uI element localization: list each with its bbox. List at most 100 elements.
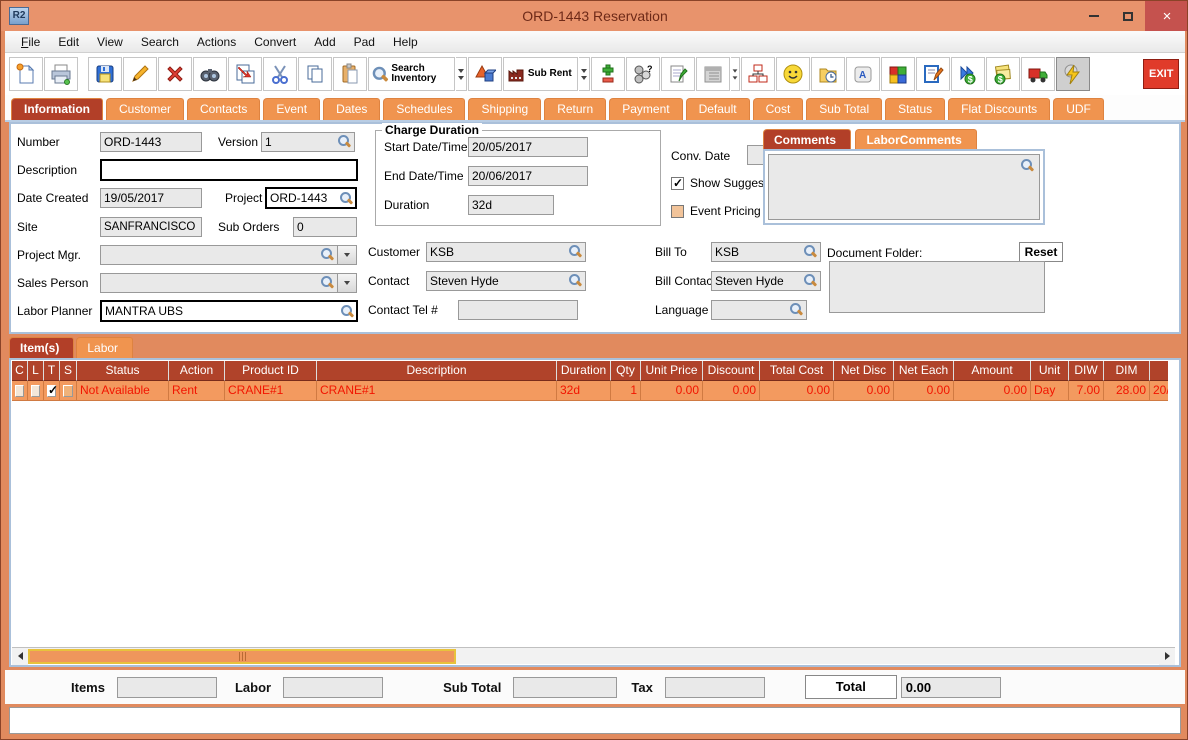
notes-button[interactable] bbox=[661, 57, 696, 91]
col-extra[interactable] bbox=[1150, 361, 1168, 381]
sales-person-dropdown[interactable] bbox=[338, 273, 357, 293]
grid-row[interactable]: Not Available Rent CRANE#1 CRANE#1 32d 1… bbox=[12, 381, 1168, 401]
menu-add[interactable]: Add bbox=[306, 33, 343, 51]
row-check-l[interactable] bbox=[31, 385, 40, 397]
menu-view[interactable]: View bbox=[89, 33, 131, 51]
labor-total-field[interactable] bbox=[283, 676, 384, 698]
tab-labor[interactable]: Labor bbox=[76, 337, 134, 358]
tab-flat-discounts[interactable]: Flat Discounts bbox=[948, 98, 1051, 120]
maximize-button[interactable] bbox=[1111, 3, 1145, 29]
sub-total-field[interactable] bbox=[513, 676, 618, 698]
new-document-button[interactable] bbox=[9, 57, 43, 91]
row-check-s[interactable] bbox=[63, 385, 73, 397]
menu-actions[interactable]: Actions bbox=[189, 33, 244, 51]
tab-labor-comments[interactable]: LaborComments bbox=[855, 129, 977, 149]
shortcut-key-button[interactable]: A bbox=[846, 57, 881, 91]
tab-dates[interactable]: Dates bbox=[323, 98, 381, 120]
col-unit-price[interactable]: Unit Price bbox=[641, 361, 703, 381]
truck-button[interactable] bbox=[1021, 57, 1056, 91]
menu-file[interactable]: File bbox=[13, 33, 48, 51]
currency-notes-button[interactable]: $ bbox=[986, 57, 1021, 91]
tab-udf[interactable]: UDF bbox=[1053, 98, 1104, 120]
start-date-field[interactable] bbox=[468, 137, 588, 157]
labor-planner-search-icon[interactable] bbox=[340, 304, 355, 319]
tab-default[interactable]: Default bbox=[685, 98, 750, 120]
end-date-field[interactable] bbox=[468, 166, 588, 186]
copy-button[interactable] bbox=[298, 57, 333, 91]
duration-field[interactable] bbox=[468, 195, 554, 215]
col-status[interactable]: Status bbox=[77, 361, 169, 381]
currency-forward-button[interactable]: $ bbox=[951, 57, 986, 91]
version-search-icon[interactable] bbox=[337, 134, 352, 149]
paste-button[interactable] bbox=[333, 57, 368, 91]
cubes-button[interactable] bbox=[881, 57, 916, 91]
tab-cost[interactable]: Cost bbox=[752, 98, 804, 120]
minimize-button[interactable] bbox=[1077, 3, 1111, 29]
menu-search[interactable]: Search bbox=[133, 33, 187, 51]
col-amount[interactable]: Amount bbox=[954, 361, 1031, 381]
project-mgr-field[interactable] bbox=[100, 245, 338, 265]
customer-search-icon[interactable] bbox=[568, 244, 583, 259]
group-question-button[interactable]: ? bbox=[626, 57, 661, 91]
edit-button[interactable] bbox=[123, 57, 158, 91]
contact-field[interactable] bbox=[426, 271, 586, 291]
sales-person-search-icon[interactable] bbox=[320, 275, 335, 290]
delete-button[interactable] bbox=[158, 57, 193, 91]
menu-pad[interactable]: Pad bbox=[346, 33, 383, 51]
save-button[interactable] bbox=[88, 57, 123, 91]
smiley-button[interactable] bbox=[776, 57, 811, 91]
tab-return[interactable]: Return bbox=[544, 98, 607, 120]
event-pricing-checkbox[interactable] bbox=[671, 204, 684, 218]
menu-convert[interactable]: Convert bbox=[246, 33, 304, 51]
tab-status[interactable]: Status bbox=[885, 98, 946, 120]
cut-button[interactable] bbox=[263, 57, 298, 91]
contact-search-icon[interactable] bbox=[568, 273, 583, 288]
print-button[interactable] bbox=[44, 57, 78, 91]
tax-field[interactable] bbox=[664, 676, 765, 698]
col-total-cost[interactable]: Total Cost bbox=[760, 361, 834, 381]
calendar-button[interactable] bbox=[696, 57, 731, 91]
tab-sub-total[interactable]: Sub Total bbox=[806, 98, 883, 120]
tab-customer[interactable]: Customer bbox=[106, 98, 185, 120]
col-s[interactable]: S bbox=[60, 361, 77, 381]
search-inventory-dropdown[interactable] bbox=[455, 57, 467, 91]
reset-button[interactable]: Reset bbox=[1019, 242, 1063, 262]
lightning-button[interactable] bbox=[1056, 57, 1091, 91]
tab-information[interactable]: Information bbox=[11, 98, 103, 120]
col-net-each[interactable]: Net Each bbox=[894, 361, 954, 381]
scroll-right-arrow[interactable] bbox=[1159, 647, 1175, 665]
comments-search-icon[interactable] bbox=[1020, 158, 1035, 173]
number-field[interactable] bbox=[100, 132, 202, 152]
language-search-icon[interactable] bbox=[789, 302, 804, 317]
labor-planner-field[interactable] bbox=[100, 300, 358, 322]
row-check-c[interactable] bbox=[15, 385, 24, 397]
col-unit[interactable]: Unit bbox=[1031, 361, 1069, 381]
col-net-disc[interactable]: Net Disc bbox=[834, 361, 894, 381]
col-discount[interactable]: Discount bbox=[703, 361, 760, 381]
tab-event[interactable]: Event bbox=[263, 98, 321, 120]
bill-contact-search-icon[interactable] bbox=[803, 273, 818, 288]
show-suggestions-checkbox[interactable] bbox=[671, 176, 684, 190]
menu-help[interactable]: Help bbox=[385, 33, 426, 51]
sub-orders-field[interactable] bbox=[293, 217, 357, 237]
customer-field[interactable] bbox=[426, 242, 586, 262]
menu-edit[interactable]: Edit bbox=[50, 33, 87, 51]
site-field[interactable] bbox=[100, 217, 202, 237]
project-search-icon[interactable] bbox=[339, 191, 354, 206]
document-folder-box[interactable] bbox=[829, 261, 1045, 313]
scrollbar-thumb[interactable] bbox=[28, 648, 456, 664]
project-mgr-search-icon[interactable] bbox=[320, 247, 335, 262]
find-button[interactable] bbox=[193, 57, 228, 91]
horizontal-scrollbar[interactable] bbox=[12, 647, 1175, 665]
folder-history-button[interactable] bbox=[811, 57, 846, 91]
tab-contacts[interactable]: Contacts bbox=[187, 98, 261, 120]
project-mgr-dropdown[interactable] bbox=[338, 245, 357, 265]
col-description[interactable]: Description bbox=[317, 361, 557, 381]
calendar-dropdown[interactable] bbox=[731, 57, 741, 91]
col-duration[interactable]: Duration bbox=[557, 361, 611, 381]
col-t[interactable]: T bbox=[44, 361, 60, 381]
tab-shipping[interactable]: Shipping bbox=[468, 98, 542, 120]
col-action[interactable]: Action bbox=[169, 361, 225, 381]
sub-rent-button[interactable]: Sub Rent bbox=[502, 57, 578, 91]
total-field[interactable] bbox=[900, 676, 1001, 698]
